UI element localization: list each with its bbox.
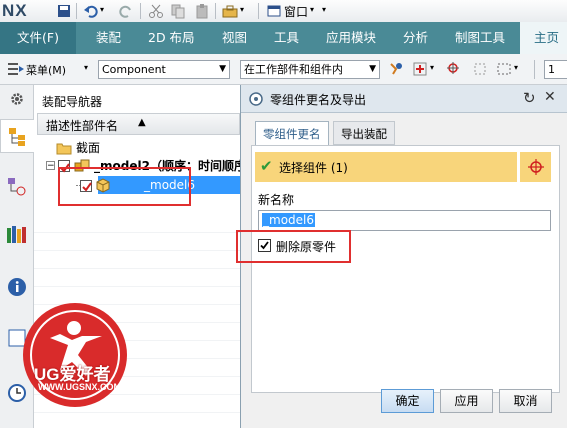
window-icon[interactable] <box>266 3 282 19</box>
tab-assembly[interactable]: 装配 <box>96 22 121 54</box>
separator <box>76 3 77 19</box>
constraint-navigator-icon[interactable] <box>7 177 27 197</box>
tree-row-label: 截面 <box>76 141 101 155</box>
file-menu[interactable]: 文件(F) <box>0 22 76 54</box>
tab-export-assembly[interactable]: 导出装配 <box>333 121 395 145</box>
select-all-icon[interactable] <box>412 61 428 77</box>
separator <box>215 3 216 19</box>
select-object-button[interactable] <box>519 152 551 182</box>
dialog-title: 零组件更名及导出 <box>270 93 367 107</box>
menu-button[interactable]: 菜单(M) <box>26 62 66 78</box>
ribbon-tab-bar: 文件(F) 装配 2D 布局 视图 工具 应用模块 分析 制图工具 主页 <box>0 22 567 54</box>
new-name-value: _model6 <box>262 213 315 227</box>
customize-dropdown-icon[interactable]: ▾ <box>322 5 326 14</box>
select-dropdown-icon[interactable]: ▾ <box>430 63 434 72</box>
type-filter-dropdown[interactable]: Component ▼ <box>98 60 230 79</box>
column-header-label: 描述性部件名 <box>46 119 119 133</box>
tree-row-section[interactable]: 截面 <box>34 139 240 157</box>
copy-icon[interactable] <box>170 3 186 19</box>
highlight-box <box>58 167 191 206</box>
menu-dropdown-icon[interactable]: ▾ <box>84 63 88 72</box>
layer-input-value: 1 <box>548 63 555 76</box>
selection-toolbar: 菜单(M) ▾ Component ▼ 在工作部件和组件内 ▼ ▾ ▾ 1 <box>0 54 567 85</box>
info-icon[interactable] <box>7 277 27 297</box>
type-filter-value: Component <box>102 63 166 76</box>
tab-view[interactable]: 视图 <box>222 22 247 54</box>
undo-dropdown-icon[interactable]: ▾ <box>100 5 104 14</box>
window-dropdown-icon[interactable]: ▾ <box>310 5 314 14</box>
highlight-box <box>236 230 351 263</box>
snap-point-icon[interactable] <box>446 61 462 77</box>
quick-access-toolbar: NX ▾ ▾ 窗口 ▾ ▾ <box>0 0 567 22</box>
folder-icon <box>56 143 72 155</box>
gear-icon[interactable] <box>9 91 25 107</box>
deselect-icon[interactable] <box>472 61 488 77</box>
close-icon[interactable]: ✕ <box>544 89 556 105</box>
selection-scope-dropdown[interactable]: 在工作部件和组件内 ▼ <box>240 60 380 79</box>
toolbox-icon[interactable] <box>222 3 238 19</box>
chevron-down-icon: ▼ <box>369 64 376 74</box>
undo-icon[interactable] <box>83 3 99 19</box>
nx-logo: NX <box>2 1 28 20</box>
new-name-label: 新名称 <box>258 193 295 207</box>
dialog-tab-panel <box>251 145 560 393</box>
tab-rename[interactable]: 零组件更名 <box>255 121 329 145</box>
tab-drafting-tools[interactable]: 制图工具 <box>455 22 505 54</box>
redo-icon[interactable] <box>118 3 134 19</box>
layer-input[interactable]: 1 <box>544 60 567 79</box>
reset-icon[interactable]: ↻ <box>523 89 536 107</box>
reuse-library-icon[interactable] <box>6 223 28 245</box>
assembly-navigator-tab[interactable] <box>0 119 34 153</box>
rectangle-select-dropdown-icon[interactable]: ▾ <box>514 63 518 72</box>
tab-analysis[interactable]: 分析 <box>403 22 428 54</box>
column-header[interactable]: 描述性部件名 ▲ <box>37 113 240 135</box>
menu-icon <box>8 63 24 75</box>
assembly-navigator-icon <box>9 128 25 146</box>
window-menu-label[interactable]: 窗口 <box>284 3 308 20</box>
watermark-url: WWW.UGSNX.COM <box>38 382 121 392</box>
new-name-input[interactable]: _model6 <box>258 210 551 231</box>
save-icon[interactable] <box>56 3 72 19</box>
chevron-down-icon: ▼ <box>219 64 226 74</box>
dialog-app-icon <box>249 92 263 106</box>
tab-tools[interactable]: 工具 <box>274 22 299 54</box>
select-component-label: 选择组件 (1) <box>279 161 348 175</box>
toolbox-dropdown-icon[interactable]: ▾ <box>240 5 244 14</box>
filter-settings-icon[interactable] <box>388 61 404 77</box>
crosshair-icon <box>528 159 544 175</box>
apply-button[interactable]: 应用 <box>440 389 493 413</box>
dialog-title-bar: 零组件更名及导出 ↻ ✕ <box>241 85 567 113</box>
tab-home[interactable]: 主页 <box>520 22 567 54</box>
separator <box>534 60 535 79</box>
separator <box>140 3 141 19</box>
checkmark-icon: ✔ <box>260 157 273 175</box>
selection-scope-value: 在工作部件和组件内 <box>244 63 343 76</box>
collapse-icon[interactable]: − <box>46 161 55 171</box>
cancel-button[interactable]: 取消 <box>499 389 552 413</box>
tab-2d-layout[interactable]: 2D 布局 <box>148 22 195 54</box>
paste-icon[interactable] <box>194 3 210 19</box>
navigator-title: 装配导航器 <box>42 95 103 109</box>
sort-ascending-icon: ▲ <box>138 117 146 128</box>
ok-button[interactable]: 确定 <box>381 389 434 413</box>
rename-export-dialog: 零组件更名及导出 ↻ ✕ 零组件更名 导出装配 ✔ 选择组件 (1) 新名称 _… <box>236 85 567 428</box>
rectangle-select-icon[interactable] <box>496 61 512 77</box>
cut-icon[interactable] <box>148 3 164 19</box>
ugsnx-watermark-logo <box>23 303 127 407</box>
tab-application[interactable]: 应用模块 <box>326 22 376 54</box>
separator <box>258 3 259 19</box>
select-component-row[interactable]: ✔ 选择组件 (1) <box>255 152 517 182</box>
